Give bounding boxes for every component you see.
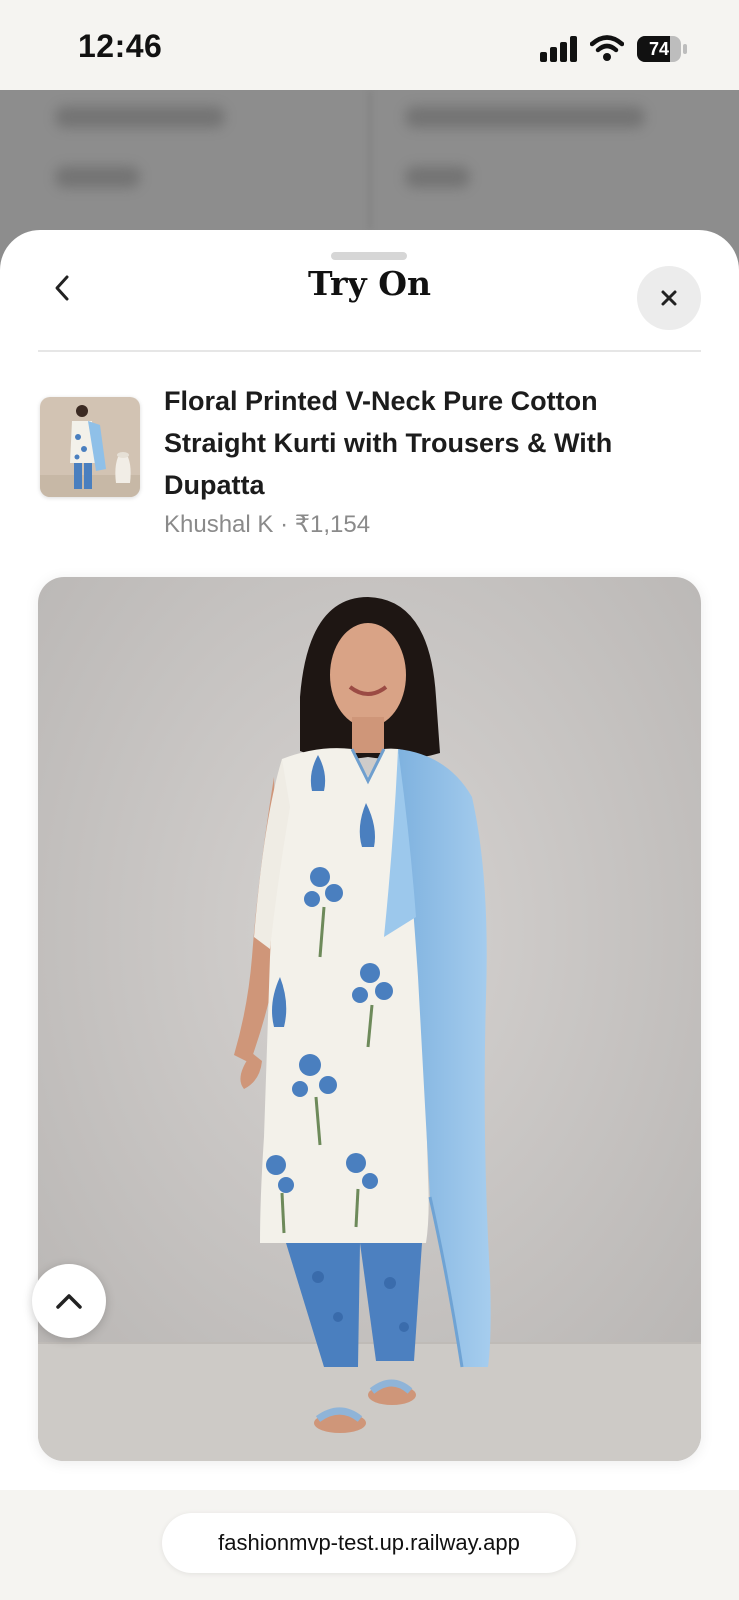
- cellular-signal-icon: [540, 36, 577, 62]
- battery-icon: 74: [637, 36, 689, 62]
- product-title: Floral Printed V-Neck Pure Cotton Straig…: [164, 386, 613, 500]
- close-button[interactable]: [637, 266, 701, 330]
- chevron-up-icon: [56, 1294, 82, 1309]
- sheet-drag-handle[interactable]: [331, 252, 407, 260]
- product-brand: Khushal K: [164, 511, 274, 538]
- try-on-result-image: [38, 577, 701, 1461]
- url-text: fashionmvp-test.up.railway.app: [218, 1530, 520, 1555]
- status-bar: 12:46 74: [0, 0, 739, 90]
- close-icon: [661, 290, 677, 306]
- browser-url-bar[interactable]: fashionmvp-test.up.railway.app: [162, 1513, 576, 1573]
- product-thumbnail: [40, 397, 140, 497]
- status-time: 12:46: [78, 28, 163, 64]
- header-divider: [38, 350, 701, 352]
- sheet-title: Try On: [308, 264, 431, 303]
- try-on-sheet: Try On Floral Printed V-Neck Pure Cotton…: [0, 230, 739, 1490]
- wifi-icon: [590, 35, 624, 61]
- battery-level: 74: [648, 39, 670, 59]
- product-meta: Khushal K · ₹1,154: [164, 510, 370, 539]
- product-price: ₹1,154: [294, 511, 371, 538]
- meta-separator: ·: [280, 511, 289, 538]
- scroll-to-top-button[interactable]: [32, 1264, 106, 1338]
